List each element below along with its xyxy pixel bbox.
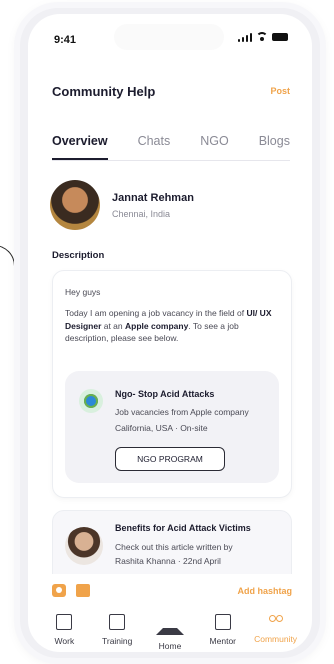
status-bar: 9:41 (28, 14, 312, 54)
ngo-title: Ngo- Stop Acid Attacks (115, 389, 215, 399)
decorative-curve (0, 245, 15, 306)
tab-blogs[interactable]: Blogs (259, 134, 290, 160)
description-label: Description (52, 250, 105, 261)
training-icon (109, 614, 126, 630)
ngo-location: California, USA · On-site (115, 423, 208, 433)
home-icon (155, 614, 184, 635)
signal-icon (237, 32, 252, 42)
tab-overview[interactable]: Overview (52, 134, 108, 160)
nav-item-home[interactable]: Home (144, 610, 196, 652)
nav-item-training[interactable]: Training (91, 610, 143, 652)
status-time: 9:41 (54, 34, 77, 46)
nav-item-mentor[interactable]: Mentor (197, 610, 249, 652)
profile-location: Chennai, India (112, 208, 171, 219)
globe-hands-icon (79, 389, 103, 413)
tab-chats[interactable]: Chats (138, 134, 171, 160)
page-title: Community Help (52, 84, 156, 99)
status-icons (237, 32, 288, 42)
article-line1: Check out this article written by (115, 542, 233, 552)
tab-bar: Overview Chats NGO Blogs (52, 134, 290, 160)
nav-label: Mentor (209, 636, 237, 646)
tab-divider (52, 160, 290, 161)
camera-icon[interactable] (52, 584, 66, 597)
nav-label: Community (254, 634, 298, 644)
nav-item-community[interactable]: Community (250, 610, 302, 652)
profile[interactable]: Jannat Rehman Chennai, India (50, 180, 194, 230)
post-body-text: at an (101, 320, 126, 331)
ngo-program-button[interactable]: NGO PROGRAM (115, 447, 225, 471)
mentor-icon (214, 614, 231, 630)
image-icon[interactable] (76, 584, 90, 597)
avatar (50, 180, 100, 230)
ngo-card[interactable]: Ngo- Stop Acid Attacks Job vacancies fro… (65, 371, 279, 483)
add-hashtag-button[interactable]: Add hashtag (237, 586, 292, 596)
battery-icon (272, 33, 288, 41)
notch (114, 24, 224, 50)
nav-item-work[interactable]: Work (38, 610, 90, 652)
post-body: Today I am opening a job vacancy in the … (65, 307, 281, 345)
profile-name: Jannat Rehman (112, 191, 194, 204)
header: Community Help Post (52, 84, 290, 99)
nav-label: Work (54, 636, 75, 646)
community-icon (268, 614, 283, 628)
ngo-subtitle: Job vacancies from Apple company (115, 407, 249, 417)
post-body-text: Today I am opening a job vacancy in the … (65, 308, 247, 318)
post-card: Hey guys Today I am opening a job vacanc… (52, 270, 292, 498)
phone-frame: 9:41 Community Help Post Overview Chats … (20, 8, 320, 658)
bottom-nav: Work Training Home Mentor Community (28, 610, 312, 652)
article-line2: Rashita Khanna · 22nd April (115, 556, 221, 566)
post-greeting: Hey guys (65, 287, 101, 297)
wifi-icon (256, 32, 268, 42)
screen: 9:41 Community Help Post Overview Chats … (28, 14, 312, 652)
briefcase-icon (56, 614, 73, 630)
nav-label: Home (158, 641, 182, 651)
article-title: Benefits for Acid Attack Victims (115, 523, 251, 533)
post-button[interactable]: Post (270, 86, 290, 96)
nav-label: Training (101, 636, 133, 646)
attach-bar: Add hashtag (28, 574, 312, 610)
tab-ngo[interactable]: NGO (200, 134, 228, 160)
author-avatar (65, 527, 103, 565)
post-company: Apple company (125, 320, 189, 331)
